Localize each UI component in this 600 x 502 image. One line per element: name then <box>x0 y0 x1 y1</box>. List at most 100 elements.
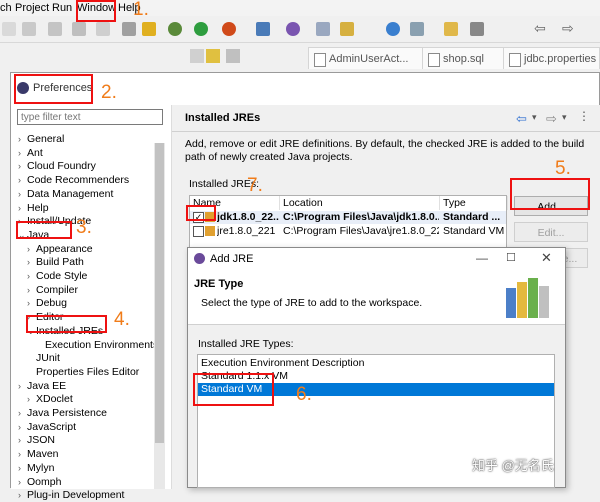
tree-item-label: Oomph <box>27 475 62 488</box>
tree-item-label: Data Management <box>27 187 114 200</box>
tree-item[interactable]: › Mylyn <box>18 462 54 475</box>
chevron-right-icon[interactable]: › <box>18 434 27 447</box>
separator <box>172 131 600 132</box>
tree-item[interactable]: › XDoclet <box>27 393 73 406</box>
tree-item[interactable]: › Debug <box>27 297 67 310</box>
tree-item[interactable]: › Code Style <box>27 270 87 283</box>
file-icon <box>314 53 326 67</box>
maximize-window-icon[interactable]: ☐ <box>506 251 516 264</box>
tree-scrollbar-thumb[interactable] <box>155 143 164 443</box>
tree-item[interactable]: Properties Files Editor <box>27 366 139 379</box>
tree-item[interactable]: › Ant <box>18 147 43 160</box>
chevron-right-icon[interactable]: › <box>18 476 27 489</box>
toolbar-icon[interactable] <box>470 22 484 36</box>
editor-tab[interactable]: jdbc.properties <box>503 47 600 69</box>
tree-item[interactable]: › JSON <box>18 434 55 447</box>
tree-item[interactable]: › Oomph <box>18 476 61 489</box>
tree-item[interactable]: › Build Path <box>27 256 84 269</box>
chevron-right-icon[interactable]: › <box>18 160 27 173</box>
table-row[interactable]: ✓ jdk1.8.0_22... C:\Program Files\Java\j… <box>190 211 506 224</box>
chevron-right-icon[interactable]: › <box>18 489 27 502</box>
edit-button[interactable]: Edit... <box>514 222 588 242</box>
chevron-right-icon[interactable]: › <box>27 297 36 310</box>
step-label: 2. <box>101 82 117 103</box>
tree-item[interactable]: › Compiler <box>27 284 78 297</box>
package-icon[interactable] <box>206 49 220 63</box>
tree-item[interactable]: › JavaScript <box>18 421 76 434</box>
toolbar-icon[interactable] <box>72 22 86 36</box>
forward-nav-icon[interactable]: ⇨ <box>546 111 557 127</box>
new-java-project-icon[interactable] <box>256 22 270 36</box>
chevron-right-icon[interactable]: › <box>18 202 27 215</box>
annotation-box <box>16 221 72 239</box>
tree-item[interactable]: › Java Persistence <box>18 407 107 420</box>
chevron-right-icon[interactable]: › <box>18 174 27 187</box>
close-icon[interactable]: ✕ <box>541 250 552 266</box>
back-arrow-icon[interactable]: ⇦ <box>534 20 546 37</box>
toolbar-icon[interactable] <box>316 22 330 36</box>
tree-item[interactable]: › Appearance <box>27 243 93 256</box>
menu-search[interactable]: ch <box>0 2 12 14</box>
chevron-right-icon[interactable]: › <box>27 243 36 256</box>
table-row[interactable]: jre1.8.0_221 C:\Program Files\Java\jre1.… <box>190 225 506 238</box>
tree-item[interactable]: › General <box>18 133 64 146</box>
chevron-right-icon[interactable]: › <box>27 393 36 406</box>
toolbar-icon[interactable] <box>2 22 16 36</box>
toolbar-icon[interactable] <box>22 22 36 36</box>
toolbar-icon[interactable] <box>142 22 156 36</box>
tree-item[interactable]: › Help <box>18 202 49 215</box>
chevron-down-icon[interactable]: ▾ <box>562 112 567 123</box>
row-checkbox[interactable] <box>193 226 204 237</box>
chevron-right-icon[interactable]: › <box>27 284 36 297</box>
editor-tab[interactable]: shop.sql <box>422 47 512 69</box>
tree-item[interactable]: › Maven <box>18 448 59 461</box>
tree-item[interactable]: JUnit <box>27 352 60 365</box>
annotation-box <box>186 205 216 221</box>
menu-run[interactable]: Run <box>52 2 72 14</box>
external-tools-icon[interactable] <box>222 22 236 36</box>
chevron-right-icon[interactable]: › <box>18 421 27 434</box>
editor-tab[interactable]: AdminUserAct... <box>308 47 436 69</box>
annotation-box <box>14 74 93 104</box>
tree-item[interactable]: Execution Environments <box>36 339 158 352</box>
preferences-tree-pane: ›General›Ant›Cloud Foundry›Code Recommen… <box>11 105 171 501</box>
minimize-window-icon[interactable]: — <box>476 251 488 265</box>
chevron-right-icon[interactable]: › <box>18 462 27 475</box>
chevron-right-icon[interactable]: › <box>27 256 36 269</box>
search-icon[interactable] <box>444 22 458 36</box>
chevron-right-icon[interactable]: › <box>27 270 36 283</box>
pencil-icon[interactable] <box>340 22 354 36</box>
column-header-type[interactable]: Type <box>440 196 508 210</box>
toolbar-icon[interactable] <box>122 22 136 36</box>
chevron-right-icon[interactable]: › <box>18 188 27 201</box>
toolbar-icon[interactable] <box>410 22 424 36</box>
toolbar-icon[interactable] <box>48 22 62 36</box>
toolbar-icon[interactable] <box>96 22 110 36</box>
chevron-right-icon[interactable]: › <box>18 380 27 393</box>
new-class-icon[interactable] <box>286 22 300 36</box>
menu-project[interactable]: Project <box>15 2 49 14</box>
toolbar-icon[interactable] <box>226 49 240 63</box>
debug-icon[interactable] <box>168 22 182 36</box>
forward-arrow-icon[interactable]: ⇨ <box>562 20 574 37</box>
globe-icon[interactable] <box>386 22 400 36</box>
chevron-right-icon[interactable]: › <box>18 147 27 160</box>
tree-item[interactable]: › Data Management <box>18 188 113 201</box>
tree-item[interactable]: › Plug-in Development <box>18 489 124 502</box>
add-jre-dialog: Add JRE — ☐ ✕ JRE Type Select the type o… <box>187 247 566 488</box>
chevron-down-icon[interactable]: ▾ <box>532 112 537 123</box>
tree-item[interactable]: › Java EE <box>18 380 66 393</box>
tree-item[interactable]: › Code Recommenders <box>18 174 129 187</box>
chevron-right-icon[interactable]: › <box>18 448 27 461</box>
back-nav-icon[interactable]: ⇦ <box>516 111 527 127</box>
filter-input[interactable] <box>17 109 163 125</box>
tree-item[interactable]: › Cloud Foundry <box>18 160 96 173</box>
chevron-right-icon[interactable]: › <box>18 407 27 420</box>
list-item[interactable]: Execution Environment Description <box>198 357 554 370</box>
run-icon[interactable] <box>194 22 208 36</box>
tab-label: shop.sql <box>443 53 484 65</box>
column-header-location[interactable]: Location <box>280 196 440 210</box>
minimize-icon[interactable] <box>190 49 204 63</box>
view-menu-icon[interactable]: ⋮ <box>578 109 590 123</box>
chevron-right-icon[interactable]: › <box>18 133 27 146</box>
